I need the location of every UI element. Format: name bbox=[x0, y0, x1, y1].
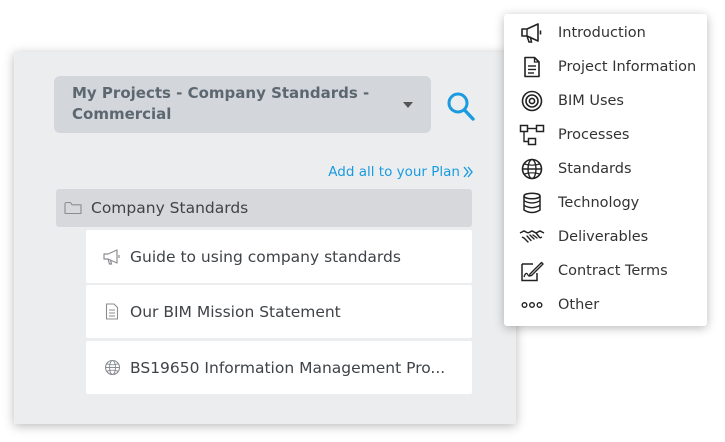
menu-item-label: Contract Terms bbox=[558, 263, 668, 279]
document-icon bbox=[519, 56, 545, 78]
document-icon bbox=[102, 303, 122, 320]
menu-item-standards[interactable]: Standards bbox=[504, 152, 707, 186]
search-button[interactable] bbox=[446, 90, 476, 122]
search-icon bbox=[447, 92, 475, 121]
megaphone-icon bbox=[519, 22, 545, 44]
folder-row-company-standards[interactable]: Company Standards bbox=[56, 189, 472, 227]
menu-item-technology[interactable]: Technology bbox=[504, 186, 707, 220]
menu-item-project-information[interactable]: Project Information bbox=[504, 50, 707, 84]
doc-item-label: Guide to using company standards bbox=[130, 247, 401, 266]
menu-item-deliverables[interactable]: Deliverables bbox=[504, 220, 707, 254]
menu-item-contract-terms[interactable]: Contract Terms bbox=[504, 254, 707, 288]
menu-item-label: Deliverables bbox=[558, 229, 649, 245]
menu-item-introduction[interactable]: Introduction bbox=[504, 16, 707, 50]
menu-item-label: Standards bbox=[558, 161, 632, 177]
folder-icon bbox=[64, 201, 82, 215]
ellipsis-icon bbox=[519, 300, 545, 310]
menu-item-label: Other bbox=[558, 297, 600, 313]
project-selector-dropdown[interactable]: My Projects - Company Standards - Commer… bbox=[54, 76, 431, 133]
database-icon bbox=[519, 192, 545, 214]
caret-down-icon bbox=[403, 102, 413, 108]
menu-item-label: Introduction bbox=[558, 25, 646, 41]
doc-item-guide[interactable]: Guide to using company standards bbox=[86, 230, 472, 283]
folder-label: Company Standards bbox=[91, 199, 249, 217]
project-selector-value: My Projects - Company Standards - Commer… bbox=[72, 84, 370, 123]
doc-item-label: Our BIM Mission Statement bbox=[130, 302, 341, 321]
menu-item-other[interactable]: Other bbox=[504, 288, 707, 322]
add-all-to-plan-link[interactable]: Add all to your Plan bbox=[314, 164, 474, 180]
handshake-icon bbox=[519, 227, 545, 247]
globe-icon bbox=[519, 158, 545, 180]
globe-icon bbox=[102, 359, 122, 376]
menu-item-label: Technology bbox=[558, 195, 640, 211]
megaphone-icon bbox=[102, 248, 122, 266]
menu-item-label: Project Information bbox=[558, 59, 697, 75]
signature-icon bbox=[519, 260, 545, 282]
menu-item-processes[interactable]: Processes bbox=[504, 118, 707, 152]
standards-panel: My Projects - Company Standards - Commer… bbox=[14, 52, 516, 424]
flowchart-icon bbox=[519, 124, 545, 146]
doc-item-label: BS19650 Information Management Pro... bbox=[130, 358, 446, 377]
doc-item-bs19650[interactable]: BS19650 Information Management Pro... bbox=[86, 341, 472, 394]
target-icon bbox=[519, 90, 545, 112]
menu-item-label: Processes bbox=[558, 127, 630, 143]
menu-item-bim-uses[interactable]: BIM Uses bbox=[504, 84, 707, 118]
double-chevron-right-icon bbox=[463, 166, 474, 178]
category-menu: Introduction Project Information BIM Use… bbox=[504, 14, 707, 326]
menu-item-label: BIM Uses bbox=[558, 93, 624, 109]
doc-item-mission-statement[interactable]: Our BIM Mission Statement bbox=[86, 285, 472, 338]
add-all-to-plan-label: Add all to your Plan bbox=[328, 164, 460, 180]
